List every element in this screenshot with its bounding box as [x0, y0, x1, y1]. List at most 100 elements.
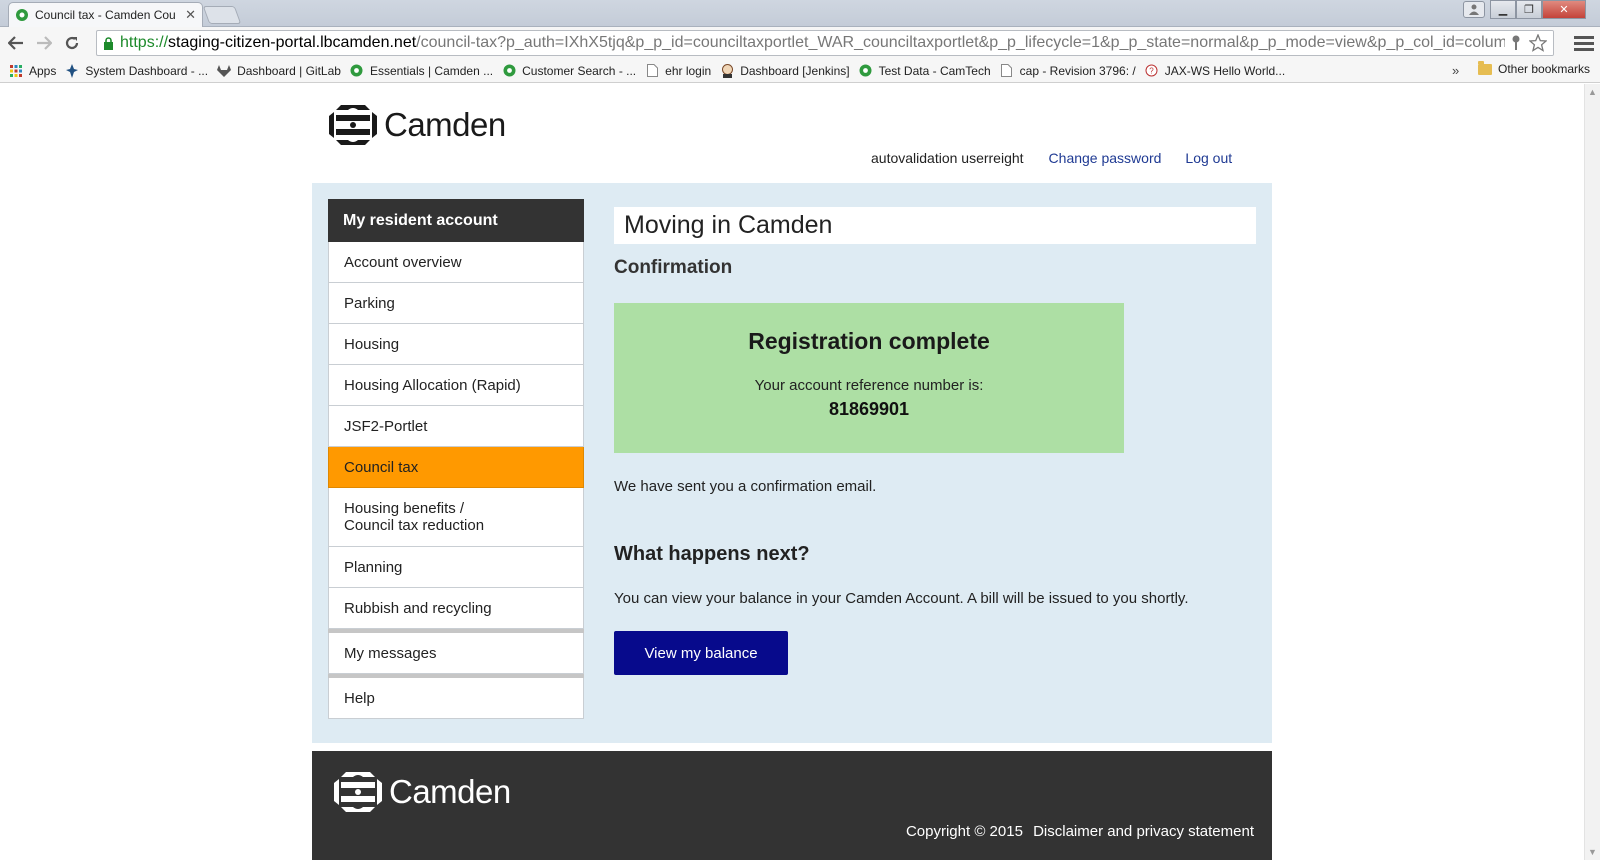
tab-close-icon[interactable]: ✕	[185, 7, 196, 23]
page-footer: Camden Copyright © 2015 Disclaimer and p…	[312, 751, 1272, 860]
sidebar-item-label: Parking	[344, 294, 395, 312]
sidebar-heading: My resident account	[328, 199, 584, 242]
camden-logo-icon	[334, 772, 382, 812]
disclaimer-link[interactable]: Disclaimer and privacy statement	[1033, 823, 1254, 840]
page-viewport: Camden autovalidation userreight Change …	[0, 84, 1584, 860]
bookmark-item[interactable]: Customer Search - ...	[502, 64, 636, 78]
folder-icon	[1478, 60, 1492, 75]
key-icon[interactable]	[1511, 35, 1521, 51]
username-label: autovalidation userreight	[871, 150, 1024, 166]
reference-label: Your account reference number is:	[754, 377, 984, 394]
bookmark-item[interactable]: Dashboard | GitLab	[217, 64, 341, 78]
view-balance-button[interactable]: View my balance	[614, 631, 788, 675]
registration-success-panel: Registration complete Your account refer…	[614, 303, 1124, 453]
next-steps-heading: What happens next?	[614, 543, 810, 565]
bookmark-item[interactable]: Apps	[9, 64, 56, 78]
sidebar-item-account-overview[interactable]: Account overview	[328, 242, 584, 283]
bookmark-label: System Dashboard - ...	[85, 63, 209, 78]
page-icon	[1000, 64, 1014, 78]
bookmark-star-icon[interactable]	[1529, 34, 1547, 52]
main-content: Moving in Camden Confirmation Registrati…	[614, 207, 1256, 675]
scroll-down-icon[interactable]: ▼	[1588, 847, 1597, 857]
sidebar-item-label: Planning	[344, 558, 403, 576]
bookmark-item[interactable]: ? JAX-WS Hello World...	[1145, 64, 1285, 78]
sidebar-item-label: Rubbish and recycling	[344, 599, 492, 617]
restore-button[interactable]: ❐	[1516, 0, 1542, 19]
sidebar-item-jsf2-portlet[interactable]: JSF2-Portlet	[328, 406, 584, 447]
bookmark-item[interactable]: ehr login	[645, 64, 711, 78]
minimize-button[interactable]: ▁	[1490, 0, 1516, 19]
reference-number: 81869901	[828, 399, 910, 419]
sidebar-item-label: JSF2-Portlet	[344, 417, 428, 435]
log-out-link[interactable]: Log out	[1185, 150, 1232, 166]
section-subtitle: Confirmation	[614, 257, 733, 278]
profile-button[interactable]	[1463, 1, 1485, 18]
camden-icon	[859, 64, 873, 78]
reload-button[interactable]	[60, 31, 84, 55]
close-window-button[interactable]: ✕	[1542, 0, 1586, 19]
sidebar-item-housing-allocation[interactable]: Housing Allocation (Rapid)	[328, 365, 584, 406]
browser-menu-button[interactable]	[1574, 31, 1594, 55]
bookmarks-bar: Apps System Dashboard - ... Dashboard | Gi…	[0, 59, 1600, 83]
sidebar-item-parking[interactable]: Parking	[328, 283, 584, 324]
tab-title: Council tax - Camden Cou	[35, 8, 176, 22]
change-password-link[interactable]: Change password	[1049, 150, 1162, 166]
apps-grid-icon	[9, 64, 23, 78]
logo-text: Camden	[384, 106, 506, 143]
address-bar[interactable]: https://staging-citizen-portal.lbcamden.…	[96, 30, 1554, 56]
sidebar-item-label: Help	[344, 689, 375, 707]
confirmation-email-text: We have sent you a confirmation email.	[614, 478, 877, 495]
bookmark-item[interactable]: System Dashboard - ...	[65, 63, 209, 78]
back-button[interactable]	[4, 31, 28, 55]
bookmark-item[interactable]: Test Data - CamTech	[859, 64, 991, 78]
sidebar-item-label: My messages	[344, 644, 437, 662]
sidebar-item-label: Housing benefits /	[344, 500, 465, 517]
bookmark-label: Dashboard [Jenkins]	[740, 63, 850, 78]
sidebar-item-my-messages[interactable]: My messages	[328, 633, 584, 674]
forward-button[interactable]	[32, 31, 56, 55]
sidebar-item-housing[interactable]: Housing	[328, 324, 584, 365]
sidebar-item-council-tax[interactable]: Council tax	[328, 447, 584, 488]
bookmark-item[interactable]: cap - Revision 3796: /	[1000, 64, 1136, 78]
svg-text:?: ?	[1149, 67, 1154, 76]
forward-arrow-icon	[37, 36, 52, 50]
bookmark-label: Test Data - CamTech	[878, 63, 991, 78]
page-scrollbar[interactable]: ▲ ▼	[1584, 84, 1600, 860]
sidebar-item-housing-benefits[interactable]: Housing benefits / Council tax reduction	[328, 488, 584, 547]
user-icon	[1469, 4, 1479, 15]
footer-logo-text: Camden	[389, 773, 511, 810]
sidebar-item-help[interactable]: Help	[328, 678, 584, 719]
footer-camden-logo[interactable]: Camden	[333, 771, 511, 813]
footer-links: Copyright © 2015 Disclaimer and privacy …	[900, 823, 1254, 840]
new-tab-button[interactable]	[202, 6, 242, 24]
bookmark-label: Essentials | Camden ...	[369, 63, 494, 78]
sidebar-item-label: Housing	[344, 335, 400, 353]
sidebar-item-rubbish-recycling[interactable]: Rubbish and recycling	[328, 588, 584, 629]
bookmark-item[interactable]: Essentials | Camden ...	[350, 64, 493, 78]
browser-tab-active[interactable]: Council tax - Camden Cou ✕	[8, 2, 203, 27]
sidebar-item-planning[interactable]: Planning	[328, 547, 584, 588]
success-heading: Registration complete	[748, 328, 990, 354]
bookmark-label: JAX-WS Hello World...	[1164, 63, 1286, 78]
lock-icon	[104, 36, 113, 50]
bookmark-label: Dashboard | GitLab	[237, 63, 341, 78]
bookmarks-more-button[interactable]: »	[1452, 63, 1459, 78]
url-scheme: https://	[120, 34, 169, 51]
browser-tabstrip: Council tax - Camden Cou ✕ ▁ ❐ ✕	[0, 0, 1600, 27]
other-bookmarks-button[interactable]: Other bookmarks	[1478, 60, 1591, 76]
sidebar-item-label: Council tax	[344, 458, 419, 476]
sidebar-item-label-line2: Council tax reduction	[344, 517, 485, 534]
camden-icon	[350, 64, 364, 78]
camden-icon	[502, 64, 516, 78]
other-bookmarks-label: Other bookmarks	[1498, 62, 1591, 76]
scroll-up-icon[interactable]: ▲	[1588, 87, 1597, 97]
back-arrow-icon	[8, 36, 23, 50]
bookmark-item[interactable]: Dashboard [Jenkins]	[720, 63, 850, 78]
browser-toolbar: https://staging-citizen-portal.lbcamden.…	[0, 27, 1600, 59]
sidebar-item-label: Housing Allocation (Rapid)	[344, 376, 521, 394]
site-icon: ?	[1145, 64, 1159, 78]
jenkins-icon	[720, 63, 734, 78]
url-path: /council-tax?p_auth=IXhX5tjq&p_p_id=coun…	[416, 34, 1513, 51]
window-controls: ▁ ❐ ✕	[1490, 0, 1586, 19]
camden-logo[interactable]: Camden	[328, 104, 506, 146]
